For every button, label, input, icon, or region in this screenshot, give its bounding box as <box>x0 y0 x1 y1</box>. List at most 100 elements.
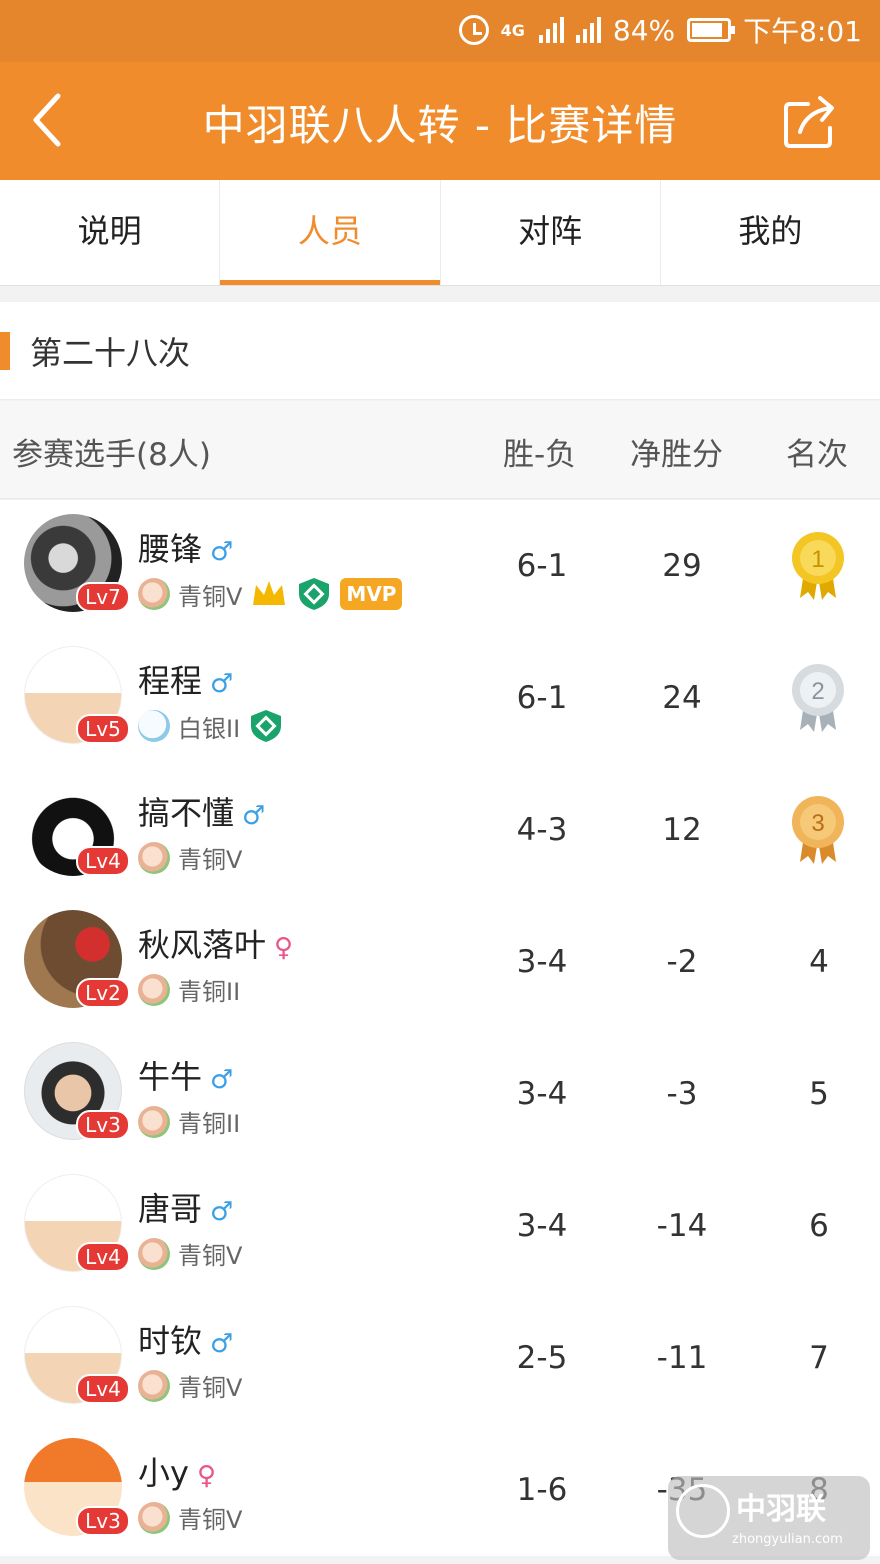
level-badge: Lv5 <box>76 714 130 744</box>
place: 5 <box>809 1076 829 1112</box>
place: 4 <box>809 944 829 980</box>
net-points: -14 <box>656 1208 708 1244</box>
tab-bar: 说明 人员 对阵 我的 <box>0 180 880 286</box>
tab-description[interactable]: 说明 <box>0 180 221 285</box>
silver-rank-icon <box>138 710 170 742</box>
net-points: 12 <box>662 812 702 848</box>
bronze-medal-icon: 3 <box>792 796 844 864</box>
column-record: 胜-负 <box>503 437 577 473</box>
share-icon[interactable] <box>780 92 840 152</box>
table-header: 参赛选手(8人) 胜-负 净胜分 名次 <box>0 401 880 499</box>
level-badge: Lv7 <box>76 582 130 612</box>
crown-icon <box>253 581 286 605</box>
win-loss: 3-4 <box>516 1076 568 1112</box>
bronze-rank-icon <box>138 1369 170 1402</box>
gold-medal-icon: 1 <box>792 532 844 600</box>
mvp-badge: MVP <box>340 578 403 610</box>
shield-icon <box>299 578 330 610</box>
tab-mine[interactable]: 我的 <box>661 180 880 285</box>
signal-icon-2 <box>575 17 601 43</box>
bronze-rank-icon <box>138 1105 170 1138</box>
rank-title: 青铜V <box>178 846 243 874</box>
session-header: 第二十八次 <box>0 302 880 400</box>
level-badge: Lv4 <box>76 846 130 876</box>
player-name: 腰锋 <box>138 530 203 568</box>
player-name: 唐哥 <box>138 1190 203 1228</box>
signal-icon <box>538 17 564 43</box>
male-icon: ♂ <box>210 1197 234 1227</box>
table-row[interactable]: Lv4 搞不懂 ♂ 青铜V 4-3 12 3 <box>0 764 880 896</box>
session-title: 第二十八次 <box>30 334 191 372</box>
player-name: 程程 <box>138 662 203 700</box>
rank-title: 青铜V <box>178 1374 243 1402</box>
status-bar: 4G 84% 下午8:01 <box>0 0 880 62</box>
table-row[interactable]: Lv4 唐哥 ♂ 青铜V 3-4 -14 6 <box>0 1160 880 1292</box>
win-loss: 2-5 <box>516 1340 568 1376</box>
rank-title: 青铜V <box>178 1242 243 1270</box>
win-loss: 4-3 <box>516 812 568 848</box>
table-row[interactable]: Lv7 腰锋 ♂ 青铜V MVP 6-1 29 1 <box>0 500 880 632</box>
medal-number: 1 <box>811 546 824 573</box>
rank-title: 青铜II <box>178 1110 241 1138</box>
male-icon: ♂ <box>210 669 234 699</box>
watermark-text: 中羽联 <box>736 1492 826 1527</box>
table-row[interactable]: Lv2 秋风落叶 ♀ 青铜II 3-4 -2 4 <box>0 896 880 1028</box>
battery-percent: 84% <box>612 13 676 47</box>
level-badge: Lv4 <box>76 1374 130 1404</box>
shuttlecock-icon <box>676 1484 730 1538</box>
watermark: 中羽联 zhongyulian.com <box>668 1476 870 1560</box>
net-points: -3 <box>666 1076 698 1112</box>
medal-number: 2 <box>811 678 824 705</box>
table-row[interactable]: Lv5 程程 ♂ 白银II 6-1 24 2 <box>0 632 880 764</box>
win-loss: 3-4 <box>516 1208 568 1244</box>
win-loss: 1-6 <box>516 1472 568 1508</box>
player-name: 牛牛 <box>138 1058 203 1096</box>
watermark-url: zhongyulian.com <box>732 1532 843 1547</box>
column-player: 参赛选手(8人) <box>12 437 211 473</box>
net-points: -2 <box>666 944 698 980</box>
column-rank: 名次 <box>786 437 848 473</box>
rank-title: 青铜V <box>178 582 243 611</box>
battery-icon <box>687 18 736 42</box>
level-badge: Lv2 <box>76 978 130 1008</box>
net-points: 29 <box>662 548 702 584</box>
bronze-rank-icon <box>138 578 170 610</box>
tab-members[interactable]: 人员 <box>220 180 441 285</box>
app-header: 中羽联八人转 - 比赛详情 <box>0 62 880 180</box>
table-row[interactable]: Lv4 时钦 ♂ 青铜V 2-5 -11 7 <box>0 1292 880 1424</box>
player-name: 小y <box>138 1454 189 1492</box>
male-icon: ♂ <box>210 537 234 567</box>
player-name: 秋风落叶 <box>138 926 267 964</box>
male-icon: ♂ <box>210 1065 234 1095</box>
clock: 下午8:01 <box>743 15 862 48</box>
level-badge: Lv4 <box>76 1242 130 1272</box>
shield-icon <box>251 710 282 742</box>
player-name: 搞不懂 <box>138 794 235 832</box>
silver-medal-icon: 2 <box>792 664 844 732</box>
level-badge: Lv3 <box>76 1506 130 1536</box>
win-loss: 6-1 <box>516 680 568 716</box>
alarm-icon <box>458 15 489 45</box>
level-badge: Lv3 <box>76 1110 130 1140</box>
male-icon: ♂ <box>210 1329 234 1359</box>
place: 7 <box>809 1340 829 1376</box>
network-type: 4G <box>500 20 525 40</box>
player-list: Lv7 腰锋 ♂ 青铜V MVP 6-1 29 1 Lv5 程程 ♂ 白银II 6-… <box>0 500 880 1556</box>
page-title: 中羽联八人转 - 比赛详情 <box>202 101 678 150</box>
bronze-rank-icon <box>138 1501 170 1534</box>
section-accent-bar <box>0 332 10 370</box>
tab-matchups[interactable]: 对阵 <box>441 180 661 285</box>
medal-number: 3 <box>811 810 824 837</box>
net-points: 24 <box>662 680 702 716</box>
bronze-rank-icon <box>138 841 170 874</box>
male-icon: ♂ <box>242 801 266 831</box>
win-loss: 3-4 <box>516 944 568 980</box>
bronze-rank-icon <box>138 1237 170 1270</box>
rank-title: 白银II <box>178 714 241 743</box>
place: 6 <box>809 1208 829 1244</box>
column-net-points: 净胜分 <box>630 437 723 473</box>
table-row[interactable]: Lv3 牛牛 ♂ 青铜II 3-4 -3 5 <box>0 1028 880 1160</box>
win-loss: 6-1 <box>516 548 568 584</box>
rank-title: 青铜V <box>178 1506 243 1534</box>
female-icon: ♀ <box>274 933 294 963</box>
